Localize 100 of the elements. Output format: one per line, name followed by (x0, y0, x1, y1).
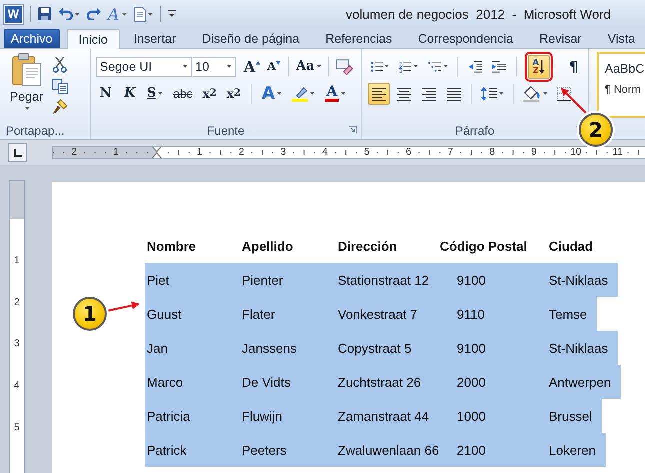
tab[interactable]: Revisar (527, 29, 594, 48)
ruler-number: 8 (490, 147, 496, 158)
style-gallery-item[interactable]: AaBbC ¶ Norm (597, 52, 645, 118)
text-effects-button[interactable]: A (259, 82, 286, 104)
eraser-icon (336, 58, 354, 74)
table-cell: Brussel (549, 408, 592, 424)
caret-icon (385, 65, 390, 68)
shrink-font-button[interactable]: A (264, 56, 284, 78)
caret-icon (543, 92, 548, 95)
caret-icon (122, 12, 127, 16)
horizontal-ruler[interactable]: 2 1 1 2 3 4 5 6 7 8 9 10 11 (52, 146, 645, 159)
ruler-number: 10 (570, 147, 582, 158)
arrow-icon (276, 60, 281, 64)
italic-button[interactable]: K (120, 82, 140, 104)
caret-icon (25, 107, 30, 110)
ruler-number: 3 (13, 338, 21, 350)
table-cell-text: Pienter (242, 272, 284, 288)
line-spacing-icon (481, 86, 497, 100)
save-button[interactable] (38, 7, 52, 21)
redo-button[interactable] (87, 8, 101, 20)
table-cell: St-Niklaas (549, 340, 608, 356)
table-cell-text: Vonkestraat 7 (338, 306, 418, 322)
align-center-icon (396, 86, 412, 100)
table-cell: Temse (549, 306, 588, 322)
grow-font-button[interactable]: A (240, 56, 264, 78)
table-cell-text: Marco (147, 374, 184, 390)
vertical-ruler[interactable]: 1 2 3 4 5 (9, 180, 25, 473)
tab[interactable]: Referencias (314, 29, 404, 48)
column-header: Ciudad (549, 238, 594, 254)
align-left-button[interactable] (368, 82, 390, 104)
change-case-button[interactable]: Aa (293, 56, 324, 78)
group-label: Portapap... (5, 122, 66, 139)
window-title: volumen de negocios 2012 - Microsoft Word (346, 6, 611, 22)
table-cell-text: Piet (147, 272, 170, 288)
table-cell: Zwaluwenlaan 66 (338, 442, 440, 458)
underline-button[interactable]: S (144, 82, 166, 104)
table-cell-text: Flater (242, 306, 276, 322)
caret-icon (75, 12, 80, 16)
table-cell-text: Zuchtstraat 26 (338, 374, 422, 390)
table-cell: Antwerpen (549, 374, 612, 390)
callout-badge: 1 (73, 297, 107, 331)
increase-indent-icon (492, 60, 506, 74)
table-cell-text: Patrick (147, 442, 188, 458)
ruler-margin (10, 181, 24, 219)
paste-button[interactable]: Pegar (4, 53, 50, 122)
numbering-icon (399, 60, 412, 74)
tab-selector-button[interactable] (8, 143, 27, 162)
callout-badge: 2 (579, 113, 613, 147)
ruler-number: 2 (72, 147, 78, 158)
tab[interactable]: Correspondencia (406, 29, 526, 48)
arrow (108, 302, 140, 312)
show-formatting-button[interactable]: ¶ (564, 56, 584, 78)
table-cell-text: Patricia (147, 408, 192, 424)
ruler-number: 5 (13, 422, 21, 434)
table-cell-text: De Vidts (242, 374, 292, 390)
font-color-button[interactable]: A (322, 82, 350, 104)
brush-icon (52, 99, 68, 115)
ruler-number: 9 (531, 147, 537, 158)
ruler-number: 1 (197, 147, 203, 158)
caret-icon (148, 12, 153, 16)
tab[interactable]: Diseño de página (190, 29, 312, 48)
table-cell-text: 9110 (456, 306, 486, 322)
caret-icon (310, 92, 316, 95)
font-name-field[interactable]: Segoe UI (96, 56, 192, 76)
table-cell-text: Guust (147, 306, 183, 322)
bullets-icon (371, 60, 384, 74)
table-cell-text: Jan (147, 340, 169, 356)
group-label: Fuente (91, 122, 361, 139)
multilevel-list-icon (428, 60, 442, 74)
caret-icon (182, 65, 188, 68)
caret-icon (499, 92, 504, 95)
align-right-icon (421, 86, 437, 100)
undo-button[interactable] (59, 8, 80, 20)
tab[interactable]: Vista (596, 29, 645, 48)
undo-icon (59, 8, 73, 20)
table-cell-text: Zamanstraat 44 (338, 408, 430, 424)
dialog-launcher-icon[interactable] (349, 126, 357, 134)
table-cell: St-Niklaas (549, 272, 608, 288)
align-justify-icon (446, 86, 462, 100)
customize-icon (168, 10, 176, 18)
strikethrough-button[interactable]: abc (170, 82, 196, 104)
tab-stop-icon (14, 148, 22, 156)
document-button[interactable] (134, 6, 153, 22)
bold-button[interactable]: N (96, 82, 116, 104)
ruler-number: 1 (113, 147, 119, 158)
indent-marker-icon[interactable] (151, 147, 163, 158)
tab[interactable]: Inicio (66, 29, 120, 49)
tab[interactable]: Insertar (122, 29, 188, 48)
table-cell-text: 2000 (456, 374, 487, 390)
caret-icon (444, 65, 448, 68)
document-icon (134, 6, 146, 22)
font-size-field[interactable]: 10 (192, 56, 236, 76)
down-arrow-icon (539, 60, 546, 74)
highlighter-icon (292, 86, 308, 102)
ruler-number: 5 (364, 147, 370, 158)
file-tab[interactable]: Archivo (4, 29, 60, 48)
column-header: Apellido (242, 238, 294, 254)
customize-button[interactable] (168, 10, 176, 18)
caret-icon (414, 65, 418, 68)
copy-icon (52, 78, 68, 94)
